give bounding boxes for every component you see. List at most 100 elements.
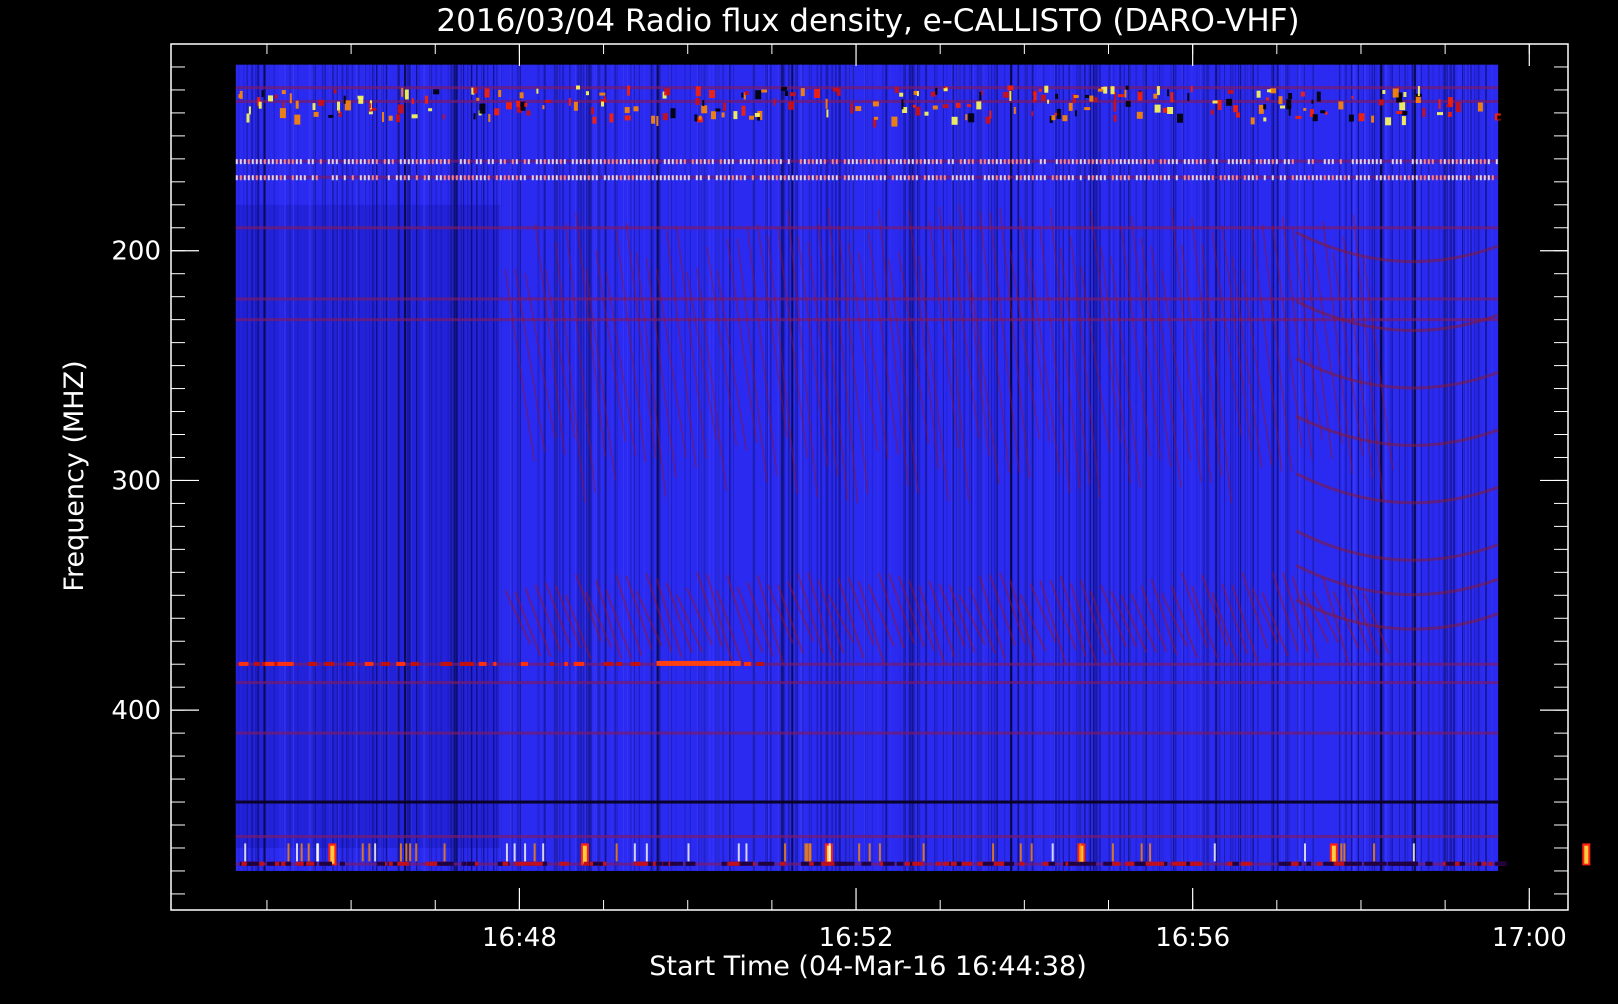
- rfi-dots: [395, 175, 398, 181]
- rfi-pixel: [1425, 861, 1433, 866]
- rfi-pixel: [247, 861, 258, 866]
- rfi-dots: [739, 175, 742, 181]
- rfi-dots: [315, 175, 318, 181]
- rfi-dots: [1359, 159, 1362, 165]
- rfi-band: [235, 318, 1499, 322]
- time-striation: [435, 64, 437, 871]
- rfi-pixel: [730, 861, 740, 866]
- rfi-pixel: [401, 87, 404, 97]
- rfi-dots: [759, 175, 762, 181]
- rfi-pixel: [1256, 90, 1261, 98]
- time-striation: [351, 64, 353, 871]
- rfi-dots: [611, 159, 614, 165]
- rfi-dots: [535, 175, 538, 181]
- rfi-dots: [887, 159, 890, 165]
- rfi-dots: [447, 175, 450, 181]
- rfi-dots: [527, 159, 530, 165]
- time-striation: [243, 64, 245, 871]
- y-tick-label: 300: [111, 466, 161, 496]
- y-tick-label: 200: [111, 237, 161, 267]
- rfi-dots: [699, 159, 702, 165]
- rfi-dots: [863, 175, 866, 181]
- time-striation: [1055, 64, 1057, 871]
- rfi-pixel: [819, 861, 831, 866]
- rfi-pixel: [1232, 861, 1239, 866]
- rfi-dots: [1003, 159, 1006, 165]
- rfi-dots: [1219, 175, 1222, 181]
- time-striation: [606, 64, 608, 871]
- rfi-dots: [631, 175, 634, 181]
- time-striation: [518, 64, 520, 871]
- rfi-dots: [767, 175, 770, 181]
- rfi-dots: [1083, 159, 1086, 165]
- rfi-dots: [679, 159, 682, 165]
- rfi-pixel: [809, 861, 814, 866]
- rfi-pixel: [506, 102, 512, 110]
- periodic-spot: [513, 843, 516, 862]
- rfi-dots: [1487, 159, 1490, 165]
- rfi-pixel: [241, 861, 246, 866]
- rfi-band: [235, 297, 1499, 301]
- dropout-line: [1010, 64, 1013, 871]
- rfi-pixel: [404, 89, 409, 100]
- rfi-dots: [359, 159, 362, 165]
- time-striation: [554, 64, 557, 871]
- rfi-dots: [263, 175, 266, 181]
- rfi-dots: [1015, 159, 1018, 165]
- time-striation: [557, 64, 559, 871]
- rfi-pixel: [773, 98, 776, 106]
- rfi-dots: [1167, 175, 1170, 181]
- rfi-pixel: [872, 101, 879, 107]
- periodic-spot: [784, 843, 787, 862]
- rfi-dots: [591, 159, 594, 165]
- rfi-pixel: [285, 861, 292, 866]
- rfi-pixel: [1348, 114, 1354, 122]
- rfi-dots: [275, 159, 278, 165]
- rfi-dots: [1363, 175, 1366, 181]
- time-striation: [675, 64, 677, 871]
- time-striation: [733, 64, 735, 871]
- time-striation: [273, 64, 275, 871]
- rfi-dots: [875, 159, 878, 165]
- rfi-pixel: [1013, 107, 1016, 114]
- rfi-pixel: [942, 861, 950, 866]
- rfi-dots: [995, 159, 998, 165]
- rfi-dots: [751, 175, 754, 181]
- rfi-pixel: [479, 103, 486, 114]
- rfi-dots: [667, 175, 670, 181]
- periodic-spot: [878, 843, 881, 862]
- time-striation: [783, 64, 784, 871]
- rfi-pixel: [545, 99, 552, 103]
- rfi-pixel: [711, 111, 716, 120]
- rfi-pixel: [1068, 102, 1073, 111]
- rfi-dots: [1079, 175, 1082, 181]
- rfi-pixel: [1006, 861, 1015, 866]
- rfi-dots: [243, 175, 246, 181]
- time-striation: [983, 64, 985, 871]
- time-striation: [1420, 64, 1422, 871]
- time-striation: [470, 64, 472, 871]
- time-striation: [1247, 64, 1248, 871]
- time-striation: [821, 64, 823, 871]
- rfi-dots: [1007, 159, 1010, 165]
- rfi-dots: [587, 159, 590, 165]
- rfi-dots: [1335, 175, 1338, 181]
- time-striation: [586, 64, 588, 871]
- rfi-dots: [539, 159, 542, 165]
- rfi-pixel: [524, 102, 528, 107]
- time-striation: [899, 64, 901, 871]
- rfi-dots: [1091, 159, 1094, 165]
- y-axis-label: Frequency (MHZ): [59, 360, 90, 591]
- time-striation: [238, 64, 240, 871]
- rfi-pixel: [968, 113, 975, 123]
- rfi-dots: [243, 159, 246, 165]
- rfi-dots: [727, 175, 730, 181]
- rfi-dots: [647, 159, 650, 165]
- time-striation: [1235, 64, 1236, 871]
- rfi-pixel: [411, 114, 418, 119]
- time-striation: [1142, 64, 1144, 871]
- time-striation: [1160, 64, 1162, 871]
- rfi-pixel: [308, 661, 317, 666]
- rfi-pixel: [473, 87, 478, 94]
- rfi-dots: [1419, 159, 1422, 165]
